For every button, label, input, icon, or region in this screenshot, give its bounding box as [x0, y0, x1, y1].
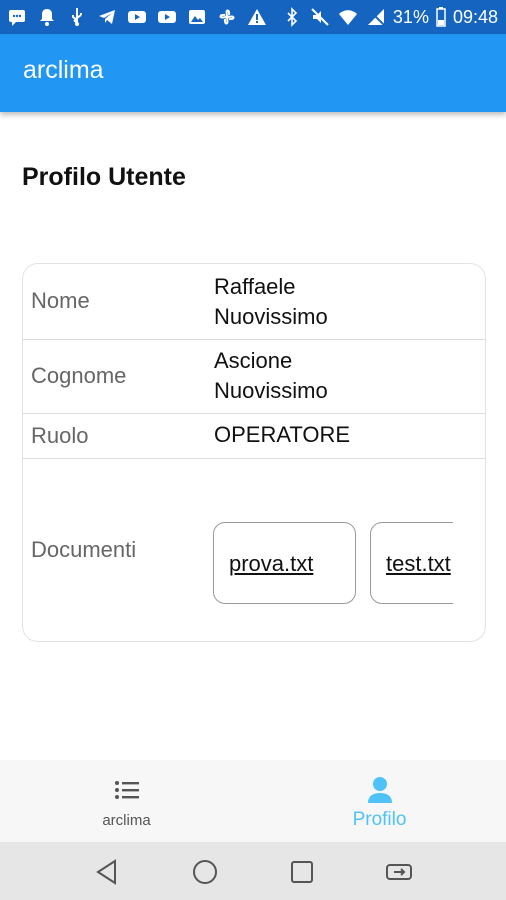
- profile-card: Nome Raffaele Nuovissimo Cognome Ascione…: [22, 263, 486, 642]
- document-chip[interactable]: test.txt: [370, 522, 453, 604]
- usb-icon: [66, 6, 88, 28]
- row-value: OPERATORE: [214, 422, 351, 447]
- value-line: Ascione: [214, 348, 293, 373]
- message-icon: [6, 6, 28, 28]
- row-value: Ascione Nuovissimo: [214, 346, 328, 406]
- profile-row-ruolo: Ruolo OPERATORE: [23, 413, 485, 459]
- page-title: Profilo Utente: [22, 163, 186, 191]
- documents-scroll[interactable]: prova.txt test.txt: [213, 521, 453, 607]
- battery-icon: [435, 6, 447, 28]
- value-line: Nuovissimo: [214, 304, 328, 329]
- image-icon: [186, 6, 208, 28]
- wifi-icon: [337, 6, 359, 28]
- value-line: Nuovissimo: [214, 378, 328, 403]
- nav-label: arclima: [102, 812, 151, 829]
- row-value: Raffaele Nuovissimo: [214, 272, 328, 332]
- document-link[interactable]: prova.txt: [229, 551, 313, 577]
- fan-icon: [216, 6, 238, 28]
- row-label: Ruolo: [31, 423, 89, 448]
- app-title: arclima: [23, 56, 104, 84]
- nav-item-arclima[interactable]: arclima: [0, 760, 253, 842]
- list-icon: [113, 778, 141, 807]
- row-label: Documenti: [31, 537, 137, 562]
- profile-row-nome: Nome Raffaele Nuovissimo: [23, 264, 485, 340]
- back-icon[interactable]: [93, 857, 123, 887]
- app-bar: arclima: [0, 34, 506, 112]
- no-signal-icon: [365, 6, 387, 28]
- document-chip[interactable]: prova.txt: [213, 522, 356, 604]
- bottom-nav: arclima Profilo: [0, 760, 506, 842]
- rotate-icon[interactable]: [384, 857, 414, 887]
- battery-percent: 31%: [392, 6, 429, 27]
- document-link[interactable]: test.txt: [386, 551, 451, 577]
- warning-icon: [246, 6, 268, 28]
- system-nav-bar: [0, 842, 506, 900]
- bell-icon: [36, 6, 58, 28]
- recents-icon[interactable]: [287, 857, 317, 887]
- nav-item-profilo[interactable]: Profilo: [253, 760, 506, 842]
- bluetooth-icon: [281, 6, 303, 28]
- profile-row-cognome: Cognome Ascione Nuovissimo: [23, 339, 485, 414]
- home-icon[interactable]: [190, 857, 220, 887]
- row-label: Nome: [31, 288, 90, 313]
- nav-label: Profilo: [352, 809, 407, 830]
- value-line: Raffaele: [214, 274, 296, 299]
- row-label: Cognome: [31, 363, 127, 388]
- clock: 09:48: [452, 6, 498, 27]
- mute-icon: [309, 6, 331, 28]
- youtube-icon: [156, 6, 178, 28]
- profile-row-documenti: Documenti prova.txt test.txt: [23, 459, 485, 641]
- youtube-icon: [126, 6, 148, 28]
- status-bar: 31% 09:48: [0, 0, 506, 34]
- person-icon: [367, 776, 393, 809]
- telegram-icon: [96, 6, 118, 28]
